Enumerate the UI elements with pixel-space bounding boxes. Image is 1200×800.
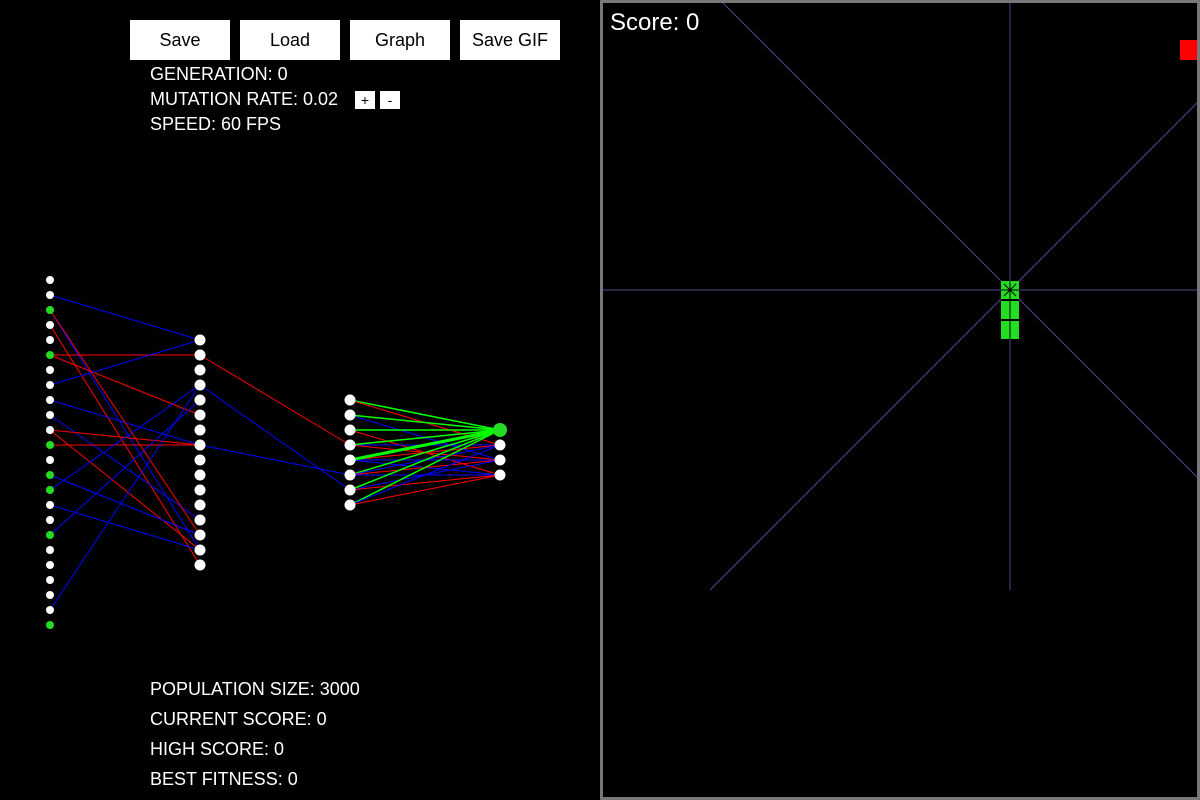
hidden-node — [194, 364, 206, 376]
network-connection — [49, 474, 201, 536]
input-node — [46, 411, 54, 419]
input-node — [46, 381, 54, 389]
hidden-node — [344, 454, 356, 466]
hidden-node — [194, 454, 206, 466]
hidden-node — [344, 469, 356, 481]
input-node — [46, 276, 54, 284]
input-node — [46, 546, 54, 554]
output-node — [494, 439, 506, 451]
hidden-node — [194, 469, 206, 481]
input-node — [46, 426, 54, 434]
vision-line — [722, 3, 1011, 291]
hidden-node — [194, 334, 206, 346]
output-node — [493, 423, 507, 437]
input-node — [46, 336, 54, 344]
network-connection — [49, 354, 201, 416]
hidden-node — [194, 409, 206, 421]
network-connection — [199, 384, 351, 491]
input-node — [46, 516, 54, 524]
vision-line — [1009, 102, 1197, 291]
network-connection — [349, 414, 501, 431]
hidden-node — [194, 559, 206, 571]
game-board: Score: 0 — [600, 0, 1200, 800]
input-node — [46, 396, 54, 404]
hidden-node — [194, 529, 206, 541]
input-node — [46, 321, 54, 329]
hidden-node — [344, 409, 356, 421]
high-score-label: HIGH SCORE: 0 — [150, 739, 285, 759]
network-connection — [49, 504, 201, 551]
food — [1180, 40, 1197, 60]
network-connection — [49, 384, 201, 611]
network-connection — [49, 429, 201, 551]
input-node — [46, 621, 54, 629]
input-node — [46, 606, 54, 614]
vision-line — [1009, 289, 1197, 478]
input-node — [46, 471, 54, 479]
hidden-node — [194, 544, 206, 556]
network-connection — [199, 444, 351, 476]
snake — [1001, 281, 1019, 339]
hidden-node — [194, 349, 206, 361]
hidden-node — [194, 499, 206, 511]
hidden-node — [194, 394, 206, 406]
snake-vision-lines — [603, 3, 1197, 591]
input-node — [46, 531, 54, 539]
input-node — [46, 591, 54, 599]
current-score-label: CURRENT SCORE: 0 — [150, 709, 327, 729]
input-node — [46, 366, 54, 374]
network-connection — [49, 294, 201, 341]
network-connection — [49, 309, 201, 536]
input-node — [46, 486, 54, 494]
input-node — [46, 291, 54, 299]
network-connection — [199, 354, 351, 446]
hidden-node — [194, 484, 206, 496]
hidden-node — [344, 484, 356, 496]
network-connection — [349, 474, 501, 506]
hidden-node — [194, 514, 206, 526]
hidden-node — [344, 499, 356, 511]
network-connection — [349, 474, 501, 491]
input-node — [46, 306, 54, 314]
output-node — [494, 454, 506, 466]
input-node — [46, 501, 54, 509]
hidden-node — [194, 424, 206, 436]
neural-network-diagram — [46, 276, 507, 629]
hidden-node — [194, 379, 206, 391]
input-node — [46, 576, 54, 584]
input-node — [46, 441, 54, 449]
hidden-node — [344, 439, 356, 451]
best-fitness-label: BEST FITNESS: 0 — [150, 769, 298, 789]
network-connection — [49, 384, 201, 491]
output-node — [494, 469, 506, 481]
vision-line — [709, 289, 1011, 591]
network-connection — [49, 309, 201, 551]
score-label: Score: 0 — [610, 9, 700, 36]
input-node — [46, 561, 54, 569]
hidden-node — [344, 424, 356, 436]
population-size-label: POPULATION SIZE: 3000 — [150, 679, 360, 699]
hidden-node — [194, 439, 206, 451]
network-connection — [349, 399, 501, 431]
input-node — [46, 351, 54, 359]
game-canvas — [603, 3, 1197, 591]
input-node — [46, 456, 54, 464]
hidden-node — [344, 394, 356, 406]
